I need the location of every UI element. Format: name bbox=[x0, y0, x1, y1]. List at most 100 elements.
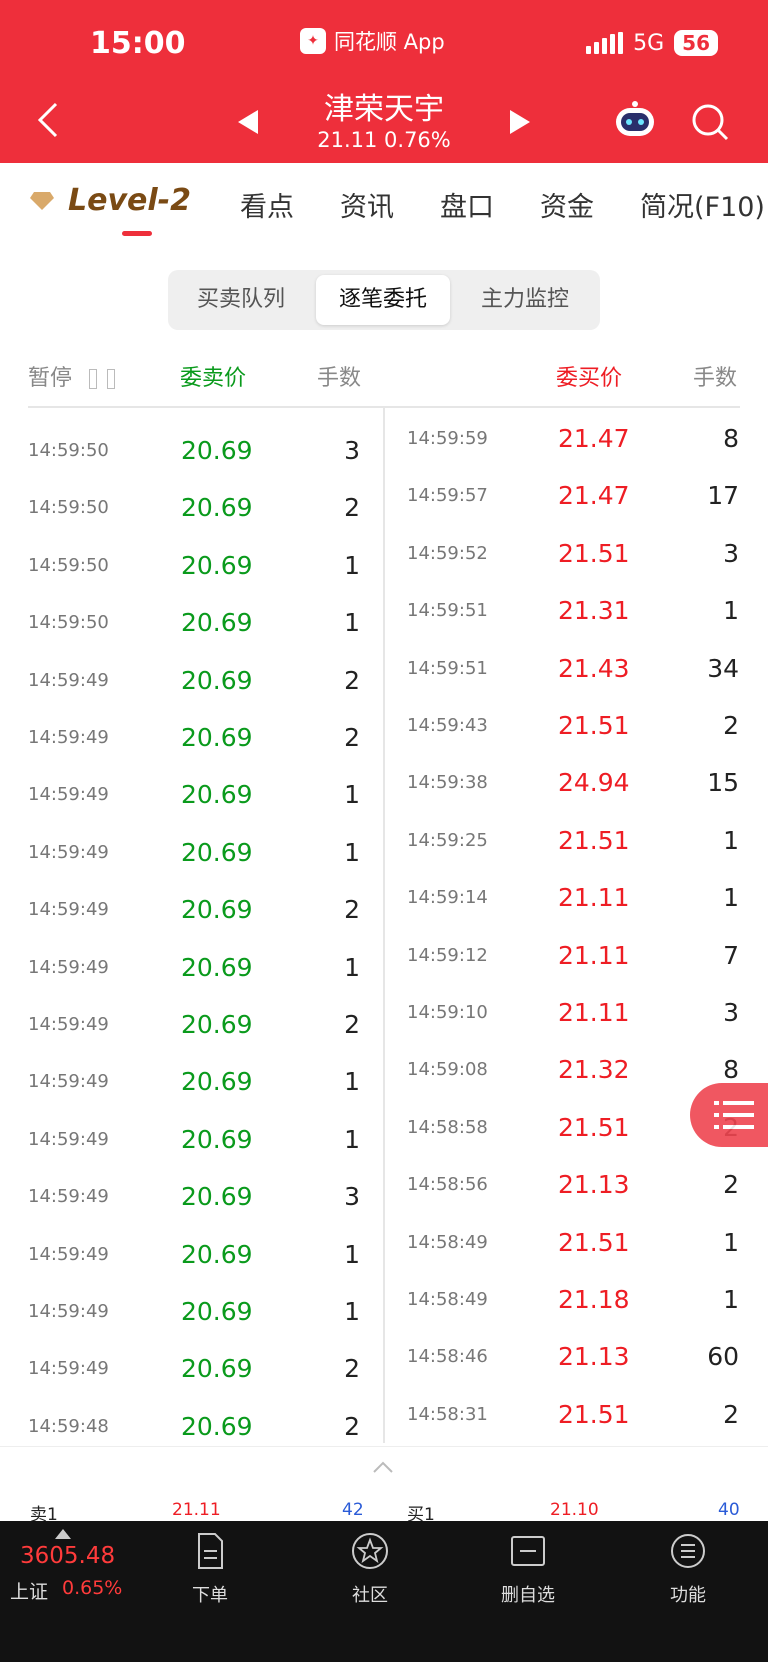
sell-order-volume: 1 bbox=[344, 780, 360, 810]
buy-order-row: 14:59:14 21.11 1 bbox=[407, 883, 740, 944]
sell-order-price: 20.69 bbox=[181, 780, 253, 810]
tab-community[interactable]: 社区 bbox=[325, 1531, 415, 1607]
sell-order-row: 14:59:49 20.69 1 bbox=[28, 1125, 368, 1186]
index-name: 上证 bbox=[10, 1581, 49, 1603]
sell-order-time: 14:59:49 bbox=[28, 1301, 109, 1322]
best-quote-bar bbox=[0, 1446, 768, 1522]
sell-order-row: 14:59:49 20.69 1 bbox=[28, 780, 368, 841]
sell-order-row: 14:59:49 20.69 3 bbox=[28, 1182, 368, 1243]
sell-order-row: 14:59:49 20.69 1 bbox=[28, 1297, 368, 1358]
tab-active-indicator bbox=[122, 231, 152, 236]
buy-order-row: 14:59:12 21.11 7 bbox=[407, 941, 740, 1002]
segment-main-monitor[interactable]: 主力监控 bbox=[458, 275, 592, 325]
floating-menu-button[interactable] bbox=[690, 1083, 768, 1147]
buy-order-volume: 2 bbox=[723, 1399, 739, 1429]
sell-order-time: 14:59:49 bbox=[28, 727, 109, 748]
minus-box-icon bbox=[511, 1536, 545, 1566]
buy-order-row: 14:59:57 21.47 17 bbox=[407, 481, 740, 542]
buy-order-price: 21.31 bbox=[558, 596, 630, 626]
buy-order-price: 21.51 bbox=[558, 1112, 630, 1142]
tab-order[interactable]: 下单 bbox=[165, 1531, 255, 1607]
sell-order-price: 20.69 bbox=[181, 723, 253, 752]
col-sell-vol: 手数 bbox=[317, 366, 362, 391]
sell-order-row: 14:59:49 20.69 2 bbox=[28, 895, 368, 956]
tab-funds[interactable]: 资金 bbox=[540, 185, 594, 224]
sell-order-row: 14:59:49 20.69 2 bbox=[28, 1010, 368, 1071]
chevron-up-icon[interactable] bbox=[372, 1460, 394, 1474]
buy-order-price: 21.51 bbox=[558, 538, 630, 568]
sell-order-row: 14:59:49 20.69 2 bbox=[28, 666, 368, 727]
buy-order-volume: 34 bbox=[707, 653, 739, 683]
buy1-price: 21.10 bbox=[550, 1500, 599, 1520]
buy1-vol: 40 bbox=[718, 1500, 740, 1520]
buy-order-volume: 7 bbox=[723, 940, 739, 970]
buy-order-price: 21.13 bbox=[558, 1342, 630, 1372]
pause-label: 暂停 bbox=[28, 366, 73, 391]
pause-icon-bar bbox=[107, 369, 116, 389]
sell-order-price: 20.69 bbox=[181, 1124, 253, 1154]
buy-order-volume: 3 bbox=[723, 538, 739, 568]
pause-toggle[interactable]: 暂停 bbox=[28, 360, 116, 392]
sell-order-row: 14:59:50 20.69 1 bbox=[28, 608, 368, 669]
battery-icon: 56 bbox=[674, 30, 718, 56]
buy-order-time: 14:58:31 bbox=[407, 1403, 488, 1425]
buy-order-volume: 15 bbox=[707, 768, 739, 798]
sell-order-price: 20.69 bbox=[181, 1182, 253, 1212]
buy-order-volume: 2 bbox=[723, 711, 739, 740]
sell-order-price: 20.69 bbox=[181, 895, 253, 925]
buy-order-price: 21.51 bbox=[558, 1227, 630, 1257]
sell-order-price: 20.69 bbox=[181, 1067, 253, 1097]
index-pct: 0.65% bbox=[62, 1577, 123, 1599]
buy-order-row: 14:59:10 21.11 3 bbox=[407, 998, 740, 1059]
search-icon[interactable] bbox=[690, 102, 730, 142]
sell-order-time: 14:59:49 bbox=[28, 1128, 109, 1150]
buy-order-volume: 17 bbox=[707, 481, 739, 511]
buy-order-price: 21.47 bbox=[558, 481, 630, 511]
sell-order-price: 20.69 bbox=[181, 608, 253, 638]
sell-order-price: 20.69 bbox=[181, 1239, 253, 1269]
buy-order-time: 14:59:08 bbox=[407, 1059, 488, 1081]
tab-news[interactable]: 资讯 bbox=[340, 185, 394, 224]
tab-level2-label: Level-2 bbox=[68, 183, 191, 218]
sell-order-volume: 2 bbox=[344, 665, 360, 695]
tab-community-label: 社区 bbox=[352, 1585, 388, 1606]
sell-order-time: 14:59:49 bbox=[28, 784, 109, 806]
next-stock-icon[interactable] bbox=[510, 110, 530, 134]
tab-pankou[interactable]: 盘口 bbox=[440, 185, 494, 224]
tab-kandian[interactable]: 看点 bbox=[240, 185, 294, 224]
sell-order-volume: 1 bbox=[344, 608, 360, 638]
tab-level2[interactable]: Level-2 bbox=[30, 183, 191, 218]
buy-order-row: 14:59:51 21.43 34 bbox=[407, 654, 740, 715]
buy-order-price: 21.51 bbox=[558, 1399, 630, 1429]
buy-order-time: 14:59:25 bbox=[407, 829, 488, 851]
tab-functions[interactable]: 功能 bbox=[643, 1531, 733, 1607]
sell-order-time: 14:59:50 bbox=[28, 554, 109, 576]
app-logo-icon: ✦ bbox=[300, 28, 326, 54]
tab-remove-watchlist[interactable]: 删自选 bbox=[483, 1531, 573, 1607]
sell1-price: 21.11 bbox=[172, 1500, 221, 1520]
buy-order-row: 14:59:25 21.51 1 bbox=[407, 826, 740, 887]
robot-assistant-icon[interactable] bbox=[612, 100, 658, 140]
sell-order-price: 20.69 bbox=[181, 665, 253, 695]
segment-order-by-order[interactable]: 逐笔委托 bbox=[316, 275, 450, 325]
sell-order-price: 20.69 bbox=[181, 1354, 253, 1384]
tab-f10[interactable]: 简况(F10) bbox=[640, 185, 765, 224]
sell-order-time: 14:59:49 bbox=[28, 1358, 109, 1380]
community-star-icon bbox=[352, 1533, 388, 1569]
buy-order-price: 21.32 bbox=[558, 1055, 630, 1085]
buy-order-time: 14:59:14 bbox=[407, 887, 488, 909]
buy-order-volume: 1 bbox=[723, 596, 739, 626]
tab-order-label: 下单 bbox=[192, 1585, 228, 1606]
segment-queue[interactable]: 买卖队列 bbox=[174, 275, 308, 325]
buy-order-row: 14:58:49 21.18 1 bbox=[407, 1285, 740, 1346]
sell-order-time: 14:59:49 bbox=[28, 956, 109, 978]
sell-order-volume: 2 bbox=[344, 723, 360, 752]
sell-order-row: 14:59:49 20.69 1 bbox=[28, 953, 368, 1014]
sell-order-time: 14:59:50 bbox=[28, 612, 109, 634]
sell-order-volume: 2 bbox=[344, 1010, 360, 1039]
sell-order-price: 20.69 bbox=[181, 1411, 253, 1441]
buy-order-price: 21.11 bbox=[558, 998, 630, 1027]
sell-order-price: 20.69 bbox=[181, 436, 253, 465]
sell-order-price: 20.69 bbox=[181, 1010, 253, 1039]
col-buy-vol: 手数 bbox=[693, 366, 738, 391]
